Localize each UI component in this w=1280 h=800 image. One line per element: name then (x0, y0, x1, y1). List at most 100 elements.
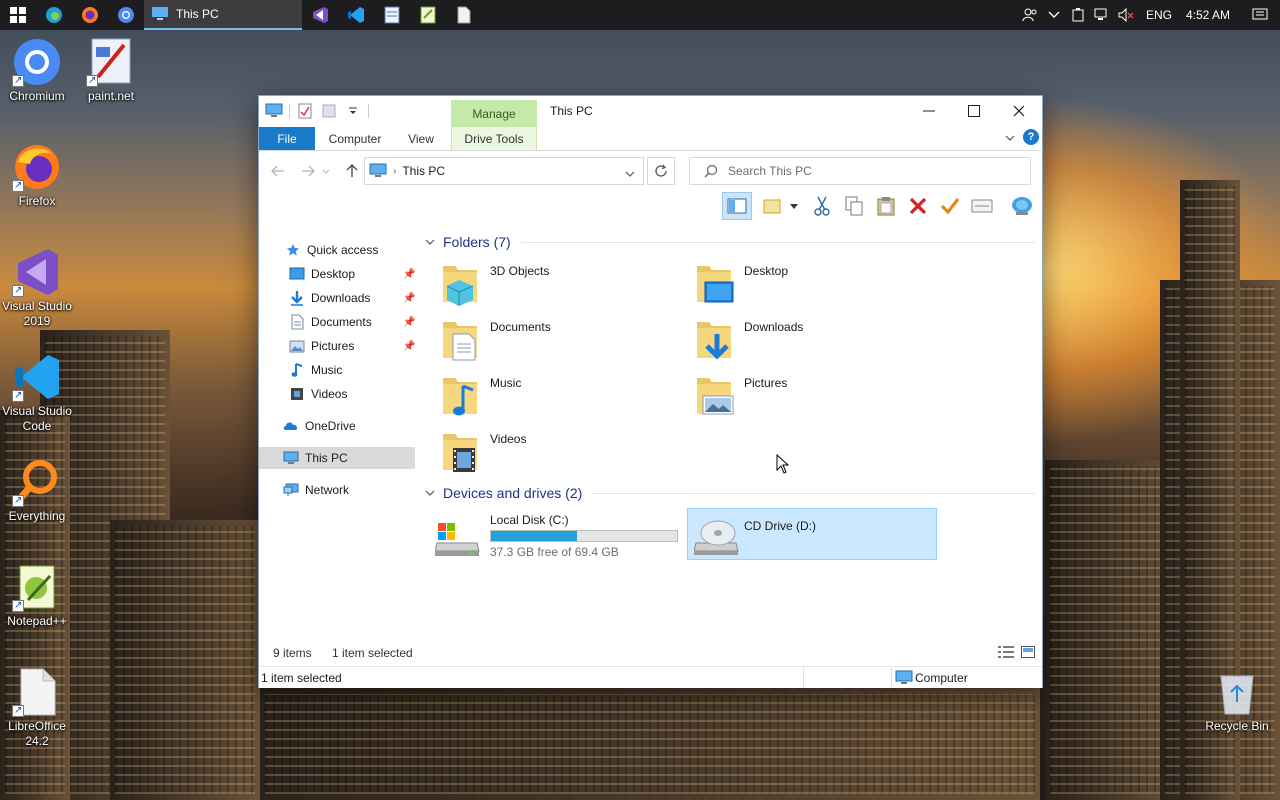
drive-local-disk-c[interactable]: Local Disk (C:) 37.3 GB free of 69.4 GB (421, 509, 678, 561)
rename-button[interactable] (935, 192, 965, 220)
preview-pane-button[interactable] (722, 192, 752, 220)
status-divider (891, 667, 892, 688)
up-arrow-icon (346, 164, 358, 177)
desktop-icon-visual-studio[interactable]: Visual Studio 2019 (0, 247, 74, 329)
edge-icon (46, 7, 62, 23)
copy-button[interactable] (839, 192, 869, 220)
properties-button[interactable] (967, 192, 997, 220)
paste-button[interactable] (871, 192, 901, 220)
desktop-icon-notepadpp[interactable]: Notepad++ (0, 562, 74, 629)
pin-icon: 📌 (403, 316, 416, 328)
nav-onedrive[interactable]: OneDrive (259, 415, 415, 437)
tab-drive-tools[interactable]: Drive Tools (451, 127, 537, 150)
tab-manage[interactable]: Manage (451, 100, 537, 127)
help-icon[interactable]: ? (1023, 129, 1039, 145)
taskbar-chromium[interactable] (108, 0, 144, 30)
customize-qat-icon[interactable] (344, 102, 362, 120)
title-bar[interactable]: Manage This PC (259, 96, 1042, 127)
folder-music[interactable]: Music (421, 372, 666, 424)
taskbar-file[interactable] (446, 0, 482, 30)
nav-downloads[interactable]: Downloads 📌 (259, 287, 415, 309)
desktop-icon-chromium[interactable]: Chromium (0, 37, 74, 104)
taskbar-this-pc[interactable]: This PC (144, 0, 302, 30)
breadcrumb-this-pc[interactable]: This PC (402, 164, 445, 178)
tab-file[interactable]: File (259, 127, 315, 150)
network-icon (283, 482, 299, 498)
desktop-icon-paintnet[interactable]: paint.net (74, 37, 148, 104)
maximize-button[interactable] (951, 96, 997, 126)
cut-button[interactable] (807, 192, 837, 220)
recent-locations-button[interactable] (321, 162, 331, 180)
desktop-icon-firefox[interactable]: Firefox (0, 142, 74, 209)
notifications-icon[interactable] (1250, 0, 1270, 30)
minimize-button[interactable] (906, 96, 952, 126)
network-icon[interactable] (1092, 0, 1112, 30)
breadcrumb-separator[interactable]: › (393, 166, 396, 177)
folder-videos[interactable]: Videos (421, 428, 666, 480)
nav-quick-access[interactable]: Quick access (259, 239, 415, 261)
new-item-button[interactable] (759, 192, 789, 220)
language-indicator[interactable]: ENG (1146, 8, 1172, 22)
close-button[interactable] (996, 96, 1042, 126)
search-box[interactable]: Search This PC (689, 157, 1031, 185)
desktop-icon-recycle-bin[interactable]: Recycle Bin (1200, 667, 1274, 734)
properties-icon[interactable] (296, 102, 314, 120)
taskbar-visual-studio[interactable] (302, 0, 338, 30)
drive-cd-d[interactable]: CD Drive (D:) (687, 508, 937, 560)
folder-downloads[interactable]: Downloads (675, 316, 920, 368)
folder-documents[interactable]: Documents (421, 316, 666, 368)
desktop-icon-vscode[interactable]: Visual Studio Code (0, 352, 74, 434)
drives-group-header[interactable]: Devices and drives (2) (425, 485, 1035, 501)
star-icon (285, 242, 301, 258)
taskbar-firefox[interactable] (72, 0, 108, 30)
refresh-button[interactable] (647, 157, 675, 185)
nav-network[interactable]: Network (259, 479, 415, 501)
back-button[interactable] (269, 162, 287, 180)
taskbar-notepad[interactable] (374, 0, 410, 30)
expand-ribbon-icon[interactable] (1003, 131, 1017, 145)
folder-pictures[interactable]: Pictures (675, 372, 920, 424)
delete-button[interactable] (903, 192, 933, 220)
battery-icon[interactable] (1068, 0, 1088, 30)
taskbar-notepadpp[interactable] (410, 0, 446, 30)
volume-muted-icon[interactable] (1116, 0, 1136, 30)
address-bar[interactable]: › This PC (364, 157, 644, 185)
globe-icon (1012, 197, 1032, 215)
nav-documents[interactable]: Documents 📌 (259, 311, 415, 333)
desktop-icon-everything[interactable]: Everything (0, 457, 74, 524)
new-item-dropdown[interactable] (787, 192, 801, 220)
people-icon[interactable] (1020, 0, 1040, 30)
taskbar-edge[interactable] (36, 0, 72, 30)
forward-button[interactable] (299, 162, 317, 180)
folders-group-header[interactable]: Folders (7) (425, 234, 1035, 250)
nav-pictures[interactable]: Pictures 📌 (259, 335, 415, 357)
tiles-view-button[interactable] (1019, 644, 1037, 660)
nav-label: Music (311, 363, 343, 377)
tab-view[interactable]: View (397, 127, 445, 150)
nav-music[interactable]: Music (259, 359, 415, 381)
taskbar-vscode[interactable] (338, 0, 374, 30)
nav-label: This PC (305, 451, 348, 465)
new-folder-icon[interactable] (320, 102, 338, 120)
status-selected-count: 1 item selected (332, 646, 413, 660)
command-toolbar (259, 192, 1042, 222)
this-pc-icon[interactable] (265, 102, 283, 120)
nav-desktop[interactable]: Desktop 📌 (259, 263, 415, 285)
desktop-icon-libreoffice[interactable]: LibreOffice 24.2 (0, 667, 74, 749)
folder-3d-objects[interactable]: 3D Objects (421, 260, 666, 312)
folder-desktop[interactable]: Desktop (675, 260, 920, 312)
tab-computer[interactable]: Computer (319, 127, 391, 150)
nav-this-pc[interactable]: This PC (259, 447, 415, 469)
chevron-up-icon[interactable] (1044, 0, 1064, 30)
start-button[interactable] (0, 0, 36, 30)
3d-objects-folder-icon (443, 266, 477, 306)
address-history-dropdown[interactable] (625, 166, 635, 180)
network-drive-button[interactable] (1007, 192, 1037, 220)
details-view-button[interactable] (997, 644, 1015, 660)
drives-group-title: Devices and drives (2) (443, 485, 583, 501)
nav-videos[interactable]: Videos (259, 383, 415, 405)
clock[interactable]: 4:52 AM (1186, 8, 1230, 22)
drive-usage-fill (491, 531, 577, 541)
status-item-count: 9 items (273, 646, 312, 660)
up-button[interactable] (343, 162, 361, 180)
